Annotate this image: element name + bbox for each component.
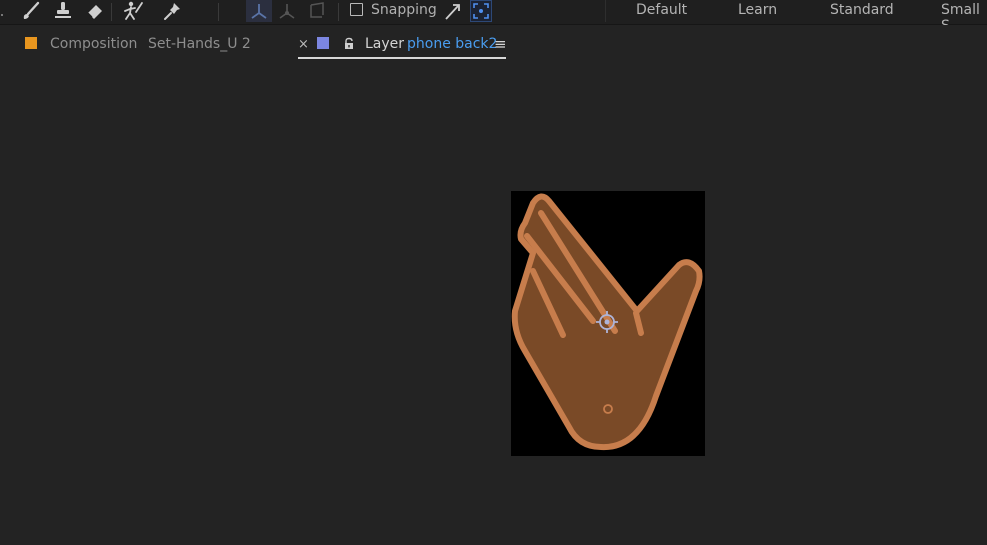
workspace-standard[interactable]: Standard bbox=[830, 2, 894, 18]
viewer-tab-bar: Composition Set-Hands_U 2 × Layer phone … bbox=[0, 25, 987, 62]
tools-panel: Snapping Default Learn Standard Small S bbox=[0, 0, 987, 34]
snap-features-icon[interactable] bbox=[470, 0, 492, 22]
brush-icon[interactable] bbox=[18, 0, 44, 22]
roto-brush-icon[interactable] bbox=[120, 0, 146, 22]
layer-viewer[interactable] bbox=[0, 63, 987, 545]
lock-icon[interactable] bbox=[342, 36, 356, 50]
composition-tab-prefix: Composition bbox=[50, 36, 138, 52]
composition-color-chip bbox=[25, 37, 37, 49]
puppet-pin-icon[interactable] bbox=[160, 0, 186, 22]
toolbar-separator bbox=[111, 3, 112, 21]
layer-tab-label: Layer bbox=[365, 36, 405, 52]
clone-stamp-icon[interactable] bbox=[50, 0, 76, 22]
toolbar-separator bbox=[338, 3, 339, 21]
world-axis-icon[interactable] bbox=[274, 0, 300, 22]
toolbar-separator bbox=[218, 3, 219, 21]
local-axis-icon[interactable] bbox=[246, 0, 272, 22]
workspace-learn[interactable]: Learn bbox=[738, 2, 777, 18]
eraser-icon[interactable] bbox=[82, 0, 108, 22]
after-effects-window: Snapping Default Learn Standard Small S … bbox=[0, 0, 987, 545]
close-icon[interactable]: × bbox=[298, 37, 309, 52]
hand-artwork bbox=[511, 193, 703, 451]
workspace-default[interactable]: Default bbox=[636, 2, 687, 18]
view-axis-icon[interactable] bbox=[304, 0, 330, 22]
snapping-label: Snapping bbox=[371, 2, 437, 18]
active-tab-underline bbox=[298, 57, 506, 59]
snap-extend-icon[interactable] bbox=[440, 0, 466, 22]
composition-tab-name: Set-Hands_U 2 bbox=[148, 36, 251, 52]
toolbar-grip[interactable] bbox=[0, 4, 4, 20]
snapping-checkbox[interactable] bbox=[350, 3, 363, 16]
layer-frame[interactable] bbox=[511, 191, 705, 456]
panel-menu-icon[interactable]: ≡ bbox=[494, 35, 507, 53]
layer-color-chip bbox=[317, 37, 329, 49]
layer-tab-name: phone back2 bbox=[407, 36, 498, 52]
workspace-separator bbox=[605, 0, 606, 22]
